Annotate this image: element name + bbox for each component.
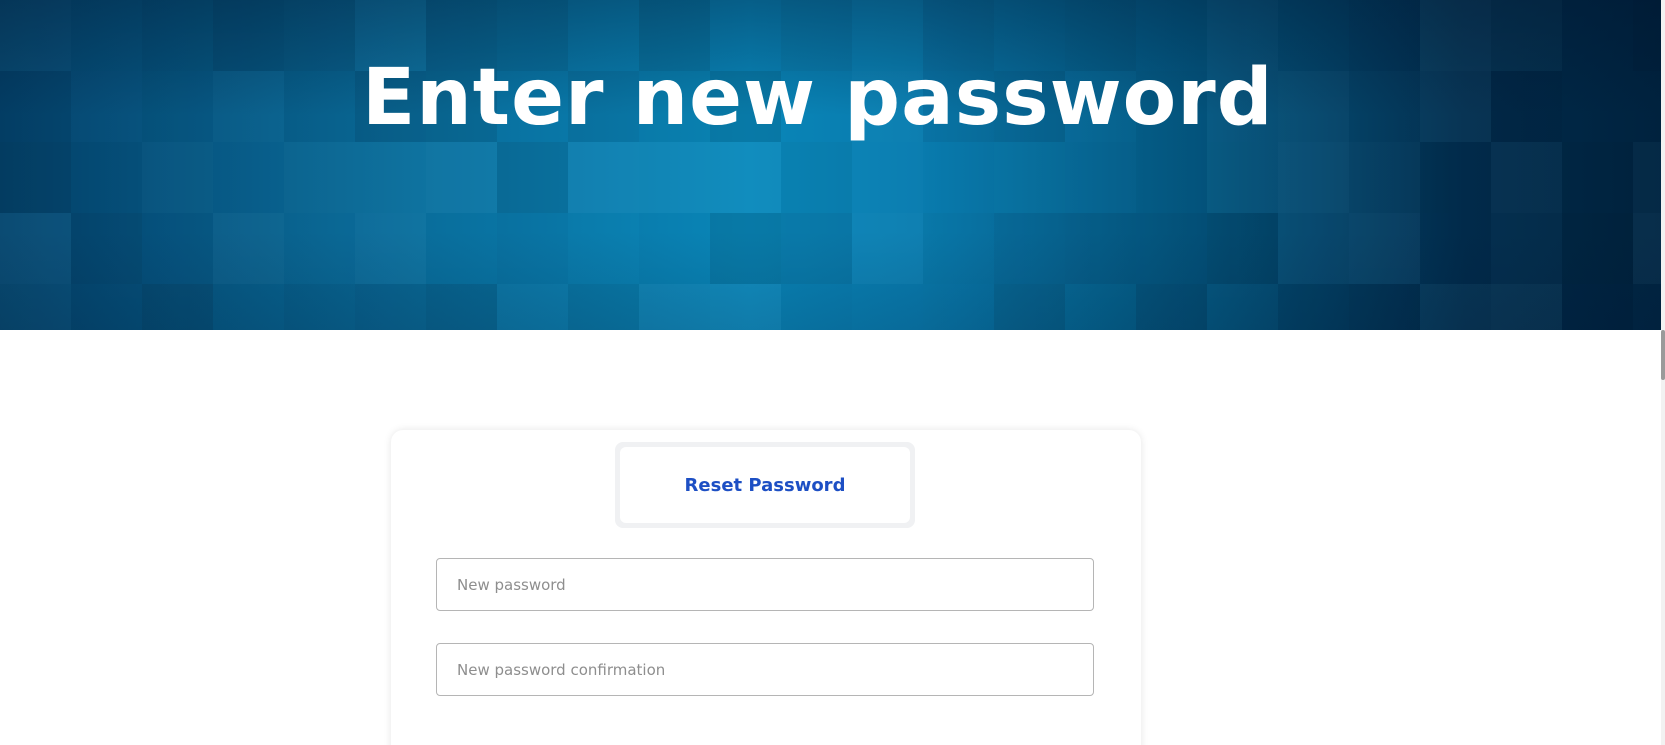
scrollbar[interactable] [1661,0,1665,745]
new-password-confirmation-input[interactable] [436,643,1094,696]
reset-password-card: Reset Password [391,430,1141,745]
new-password-input[interactable] [436,558,1094,611]
tab-reset-password[interactable]: Reset Password [620,447,910,523]
hero-banner: Enter new password [0,0,1665,330]
scrollbar-thumb[interactable] [1661,330,1665,380]
tab-bar: Reset Password [615,442,915,528]
hero-overlay [0,0,1665,330]
page-title: Enter new password [362,53,1274,143]
page: Enter new password Reset Password [0,0,1665,745]
tab-reset-password-label: Reset Password [684,474,846,496]
